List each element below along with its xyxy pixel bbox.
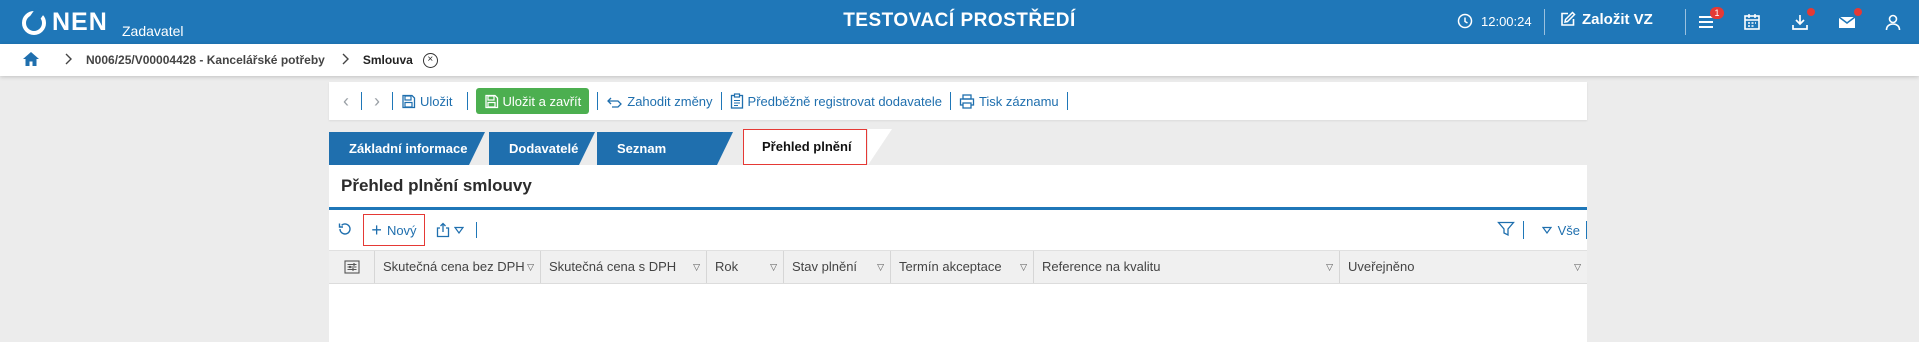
save-icon [402,94,416,108]
mail-badge-dot [1854,8,1862,16]
column-header-price-with-vat[interactable]: Skutečná cena s DPH ▽ [541,251,707,283]
sort-arrow-icon[interactable]: ▽ [1326,251,1333,283]
top-bar: NEN Zadavatel TESTOVACÍ PROSTŘEDÍ 12:00:… [0,0,1919,44]
refresh-icon[interactable] [337,221,353,240]
download-icon[interactable] [1790,8,1815,32]
section-title: Přehled plnění smlouvy [341,176,532,195]
divider [1685,9,1686,35]
edit-icon [1561,11,1576,26]
save-button[interactable]: Uložit [401,94,453,109]
preregister-label: Předběžně registrovat dodavatele [747,93,942,109]
grid-header-row: Skutečná cena bez DPH ▽ Skutečná cena s … [329,250,1587,284]
column-header-status[interactable]: Stav plnění ▽ [784,251,891,283]
divider [949,92,951,110]
divider [597,92,599,110]
tab-commodity-list[interactable]: Seznam komodit [597,132,733,189]
breadcrumb: N006/25/V00004428 - Kancelářské potřeby … [0,44,1919,76]
calendar-icon[interactable] [1742,12,1762,32]
create-vz-label: Založit VZ [1582,11,1653,28]
column-header-published[interactable]: Uveřejněno ▽ [1340,251,1587,283]
discard-label: Zahodit změny [627,93,713,109]
divider [1586,221,1587,239]
view-all-dropdown[interactable]: Vše [1541,222,1580,238]
column-settings-cell[interactable] [329,251,375,283]
divider [361,92,362,110]
sort-arrow-icon[interactable]: ▽ [1020,251,1027,283]
save-and-close-label: Uložit a zavřít [502,93,582,109]
form-toolbar: ‹ › Uložit Uložit a zavřít Zahodit změny… [329,82,1587,120]
new-record-label: Nový [386,222,417,238]
printer-icon [959,93,975,109]
forward-arrow-icon[interactable]: › [370,91,384,112]
sort-arrow-icon[interactable]: ▽ [1574,251,1581,283]
back-arrow-icon[interactable]: ‹ [339,91,353,112]
divider [476,222,477,238]
menu-icon[interactable]: 1 [1696,7,1724,32]
breadcrumb-current: Smlouva [362,53,413,67]
column-header-label: Rok [715,259,739,274]
chevron-right-icon [341,53,349,68]
sort-arrow-icon[interactable]: ▽ [877,251,884,283]
new-record-button[interactable]: + Nový [363,214,425,246]
view-all-label: Vše [1557,222,1580,238]
divider [1522,221,1524,239]
chevron-down-icon [454,226,464,234]
divider [466,92,468,110]
tab-bar: Základní informace Dodavatelé Seznam kom… [329,129,1587,189]
divider [720,92,722,110]
user-icon[interactable] [1883,12,1903,32]
close-icon[interactable]: × [422,52,438,68]
chevron-right-icon [64,53,72,68]
column-header-quality-reference[interactable]: Reference na kvalitu ▽ [1034,251,1340,283]
column-header-year[interactable]: Rok ▽ [707,251,784,283]
sort-arrow-icon[interactable]: ▽ [527,251,534,283]
clock-icon [1457,13,1473,29]
discard-changes-button[interactable]: Zahodit změny [606,93,713,109]
export-dropdown[interactable] [435,222,464,238]
print-record-button[interactable]: Tisk záznamu [959,94,1059,109]
column-header-label: Uveřejněno [1348,259,1415,274]
column-header-label: Termín akceptace [899,259,1002,274]
mail-icon[interactable] [1837,8,1862,32]
tab-basic-info[interactable]: Základní informace [329,132,485,165]
column-header-price-no-vat[interactable]: Skutečná cena bez DPH ▽ [375,251,541,283]
performance-card: Přehled plnění smlouvy + Nový Vše Skuteč… [329,165,1587,342]
clock-time: 12:00:24 [1481,13,1532,29]
preregister-supplier-button[interactable]: Předběžně registrovat dodavatele [730,93,942,109]
home-icon[interactable] [22,51,40,70]
column-header-label: Reference na kvalitu [1042,259,1161,274]
column-header-label: Skutečná cena bez DPH [383,259,525,274]
print-label: Tisk záznamu [978,93,1059,109]
create-vz-button[interactable]: Založit VZ [1559,11,1653,28]
save-and-close-button[interactable]: Uložit a zavřít [475,88,590,114]
contract-panel: ‹ › Uložit Uložit a zavřít Zahodit změny… [329,82,1587,342]
plus-icon: + [371,220,382,240]
save-label: Uložit [420,93,453,109]
breadcrumb-contract-link[interactable]: N006/25/V00004428 - Kancelářské potřeby [86,53,325,67]
tab-performance-overview[interactable]: Přehled plnění [743,129,892,165]
clipboard-icon [730,93,743,109]
settings-sliders-icon [343,260,360,274]
tab-suppliers[interactable]: Dodavatelé [489,132,595,165]
grid-toolbar-right: Vše [1496,210,1587,250]
divider [1066,92,1068,110]
filter-icon[interactable] [1496,221,1515,240]
save-icon [484,94,498,108]
session-clock: 12:00:24 [1457,13,1532,29]
column-header-label: Stav plnění [792,259,858,274]
menu-badge: 1 [1710,7,1724,19]
column-header-acceptance-date[interactable]: Termín akceptace ▽ [891,251,1034,283]
chevron-down-icon [1541,226,1552,234]
export-icon [436,222,450,238]
grid-toolbar: + Nový Vše [329,210,1587,250]
sort-arrow-icon[interactable]: ▽ [770,251,777,283]
sort-arrow-icon[interactable]: ▽ [693,251,700,283]
divider [1544,9,1545,35]
divider [392,92,393,110]
discard-icon [607,97,623,108]
column-header-label: Skutečná cena s DPH [549,259,677,274]
download-badge-dot [1807,8,1815,16]
